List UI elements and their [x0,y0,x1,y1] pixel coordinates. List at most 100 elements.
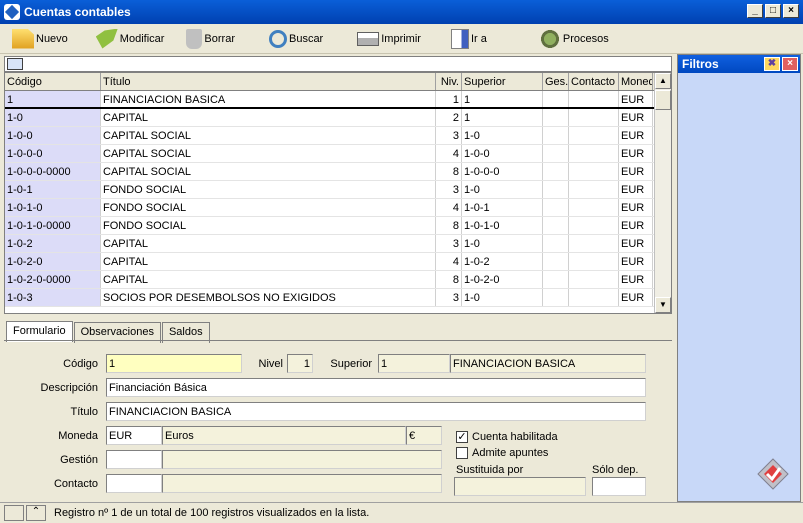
table-cell: 1-0-0 [462,145,543,162]
sustituida-por-field[interactable] [454,477,586,496]
table-cell [569,235,619,252]
header-titulo[interactable]: Título [101,73,436,90]
table-cell: 1-0-0-0 [5,145,101,162]
modificar-button[interactable]: Modificar [92,26,169,52]
close-filters-icon[interactable]: × [782,57,798,71]
moneda-field[interactable]: EUR [106,426,162,445]
table-cell: 1-0-1-0 [462,217,543,234]
main-panel: Código Título Niv. Superior Ges. Contact… [2,54,674,501]
table-cell [569,289,619,306]
table-row[interactable]: 1-0-1-0-0000 FONDO SOCIAL 8 1-0-1-0 EUR [5,217,671,235]
procesos-button[interactable]: Procesos [535,26,613,52]
table-row[interactable]: 1-0-0-0 CAPITAL SOCIAL 4 1-0-0 EUR [5,145,671,163]
nivel-label: Nivel [258,358,283,370]
trash-icon [186,28,203,49]
descripcion-field[interactable]: Financiación Básica [106,378,646,397]
titulo-label: Título [70,406,98,418]
table-cell [543,91,569,107]
table-cell: FONDO SOCIAL [101,217,436,234]
superior-description-field: FINANCIACION BASICA [450,354,646,373]
table-cell [543,109,569,126]
table-cell: FONDO SOCIAL [101,199,436,216]
scroll-thumb[interactable] [655,90,671,110]
table-row[interactable]: 1 FINANCIACION BASICA 1 1 EUR [5,91,671,109]
edit-icon [95,28,118,49]
filters-panel: Filtros ✖ × [677,54,801,502]
superior-field[interactable]: 1 [378,354,450,373]
cuenta-habilitada-label: Cuenta habilitada [472,431,558,443]
table-row[interactable]: 1-0-0-0-0000 CAPITAL SOCIAL 8 1-0-0-0 EUR [5,163,671,181]
header-superior[interactable]: Superior [462,73,543,90]
table-cell: 4 [436,199,462,216]
solo-dep-field[interactable] [592,477,646,496]
table-row[interactable]: 1-0-1 FONDO SOCIAL 3 1-0 EUR [5,181,671,199]
table-cell: 8 [436,271,462,288]
table-cell: 1 [5,91,101,107]
minimize-button[interactable]: _ [747,4,763,18]
header-nivel[interactable]: Niv. [436,73,462,90]
header-codigo[interactable]: Código [5,73,101,90]
tab-formulario[interactable]: Formulario [6,321,73,342]
scroll-down-icon[interactable]: ▼ [655,297,671,313]
table-cell: 1-0 [462,235,543,252]
borrar-button[interactable]: Borrar [182,26,239,52]
table-cell: 1-0-0-0-0000 [5,163,101,180]
maximize-button[interactable]: □ [765,4,781,18]
contacto-field[interactable] [106,474,162,493]
table-cell: EUR [619,235,653,252]
scroll-up-icon[interactable]: ▲ [655,73,671,89]
table-cell: 1-0-2-0 [462,271,543,288]
table-cell [543,253,569,270]
record-icon[interactable] [4,505,24,521]
imprimir-button[interactable]: Imprimir [353,26,425,52]
table-cell: 1-0-2-0 [5,253,101,270]
table-row[interactable]: 1-0-2 CAPITAL 3 1-0 EUR [5,235,671,253]
grid-scrollbar[interactable]: ▲ ▼ [654,73,671,313]
table-cell: CAPITAL [101,235,436,252]
filters-header: Filtros ✖ × [678,55,800,73]
close-button[interactable]: × [783,4,799,18]
table-cell [569,127,619,144]
table-cell: 1-0 [462,181,543,198]
table-row[interactable]: 1-0 CAPITAL 2 1 EUR [5,109,671,127]
nivel-field[interactable]: 1 [287,354,313,373]
header-moneda[interactable]: Moneda [619,73,653,90]
cuenta-habilitada-checkbox[interactable]: ✓ [456,431,468,443]
header-contacto[interactable]: Contacto [569,73,619,90]
titulo-field[interactable]: FINANCIACION BASICA [106,402,646,421]
grid-view-icon[interactable] [7,58,23,70]
buscar-button[interactable]: Buscar [265,26,327,52]
table-cell: EUR [619,271,653,288]
gestion-field[interactable] [106,450,162,469]
table-cell [543,235,569,252]
table-row[interactable]: 1-0-3 SOCIOS POR DESEMBOLSOS NO EXIGIDOS 3… [5,289,671,307]
table-cell: 1-0-2-0-0000 [5,271,101,288]
table-row[interactable]: 1-0-0 CAPITAL SOCIAL 3 1-0 EUR [5,127,671,145]
admite-apuntes-label: Admite apuntes [472,447,549,459]
clear-filters-icon[interactable]: ✖ [764,57,780,71]
table-row[interactable]: 1-0-1-0 FONDO SOCIAL 4 1-0-1 EUR [5,199,671,217]
nuevo-button[interactable]: Nuevo [8,26,72,52]
go-to-icon [450,28,469,49]
table-row[interactable]: 1-0-2-0 CAPITAL 4 1-0-2 EUR [5,253,671,271]
table-cell [569,253,619,270]
table-cell [569,199,619,216]
table-row[interactable]: 1-0-2-0-0000 CAPITAL 8 1-0-2-0 EUR [5,271,671,289]
table-cell: 1-0 [462,127,543,144]
header-gestion[interactable]: Ges. [543,73,569,90]
table-cell: EUR [619,163,653,180]
app-logo-icon [757,458,789,490]
chevron-up-icon[interactable]: ⌃ [26,505,46,521]
table-cell: CAPITAL SOCIAL [101,127,436,144]
table-cell: FONDO SOCIAL [101,181,436,198]
table-cell [543,127,569,144]
table-cell: SOCIOS POR DESEMBOLSOS NO EXIGIDOS [101,289,436,306]
account-form: Código 1 Nivel 1 Superior 1 FINANCIACION… [4,340,672,500]
table-cell: 1-0-2 [462,253,543,270]
ir-a-button[interactable]: Ir a [447,26,491,52]
moneda-symbol-field: € [406,426,442,445]
contacto-description-field [162,474,442,493]
table-cell: 1 [462,91,543,107]
admite-apuntes-checkbox[interactable] [456,447,468,459]
codigo-field[interactable]: 1 [106,354,242,373]
